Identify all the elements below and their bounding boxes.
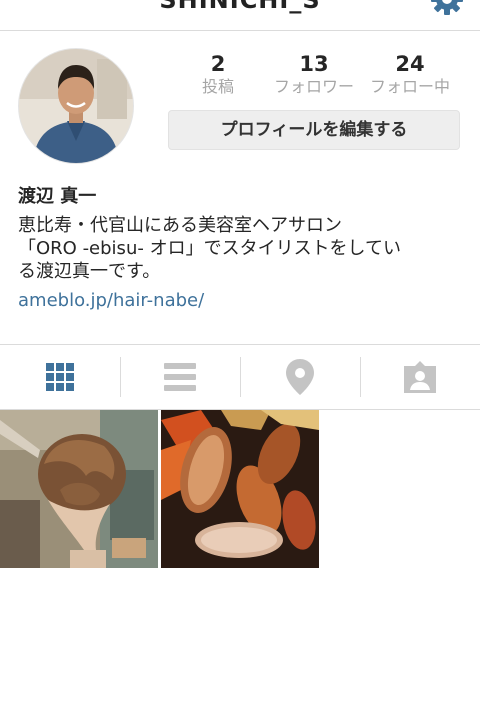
- profile-photo: [19, 49, 133, 163]
- posts-grid: [0, 410, 480, 570]
- display-name: 渡辺 真一: [18, 186, 97, 207]
- tab-tagged[interactable]: [360, 345, 480, 409]
- bio-section: 渡辺 真一 恵比寿・代官山にある美容室ヘアサロン 「ORO -ebisu- オロ…: [18, 184, 468, 313]
- profile-stats: 2 投稿 13 フォロワー 24 フォロー中: [168, 52, 460, 100]
- tab-grid[interactable]: [0, 345, 120, 409]
- followers-count: 13: [299, 52, 329, 76]
- followers-label: フォロワー: [273, 77, 354, 96]
- tagged-person-icon: [404, 361, 436, 393]
- post-thumbnail[interactable]: [161, 410, 319, 568]
- posts-label: 投稿: [201, 77, 234, 96]
- following-stat[interactable]: 24 フォロー中: [360, 52, 460, 98]
- followers-stat[interactable]: 13 フォロワー: [264, 52, 364, 98]
- hair-styling-photo: [0, 410, 158, 568]
- post-thumbnail[interactable]: [0, 410, 158, 568]
- bio-link[interactable]: ameblo.jp/hair-nabe/: [18, 289, 468, 313]
- location-pin-icon: [286, 359, 314, 395]
- following-label: フォロー中: [369, 77, 450, 96]
- grid-icon: [46, 363, 74, 391]
- following-count: 24: [395, 52, 425, 76]
- top-bar: SHINICHI_S: [0, 0, 480, 31]
- sausage-dish-photo: [161, 410, 319, 568]
- username-title: SHINICHI_S: [159, 0, 321, 14]
- edit-profile-button[interactable]: プロフィールを編集する: [168, 110, 460, 150]
- posts-count: 2: [210, 52, 226, 76]
- tab-location[interactable]: [240, 345, 360, 409]
- tab-list[interactable]: [120, 345, 240, 409]
- posts-stat[interactable]: 2 投稿: [168, 52, 268, 98]
- profile-view-tabs: [0, 344, 480, 410]
- gear-icon[interactable]: [430, 0, 464, 16]
- list-icon: [164, 363, 196, 391]
- bio-text: 恵比寿・代官山にある美容室ヘアサロン 「ORO -ebisu- オロ」でスタイリ…: [18, 215, 402, 282]
- avatar[interactable]: [18, 48, 134, 164]
